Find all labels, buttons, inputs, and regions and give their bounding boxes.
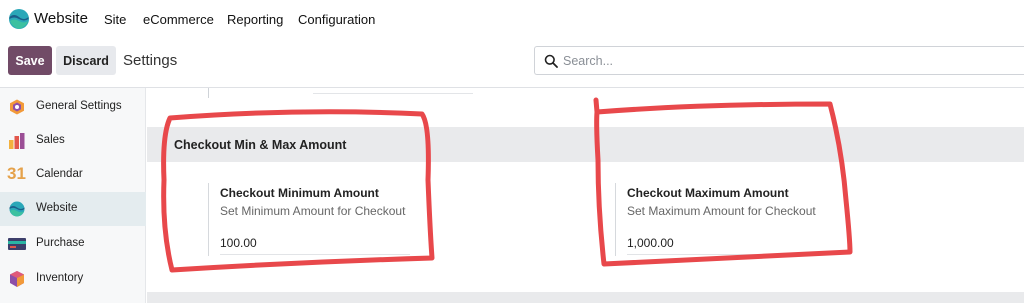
website-icon [9,201,25,217]
sidebar-item-purchase[interactable]: Purchase [0,227,146,261]
menu-reporting[interactable]: Reporting [227,12,283,27]
sidebar-item-label: Sales [36,134,65,146]
settings-sidebar: General Settings Sales 31 Calendar Websi… [0,88,146,303]
setting-left-border [615,183,616,256]
sales-icon [9,133,25,149]
section-title: Checkout Min & Max Amount [174,138,347,152]
next-section-band [147,292,1024,303]
search-icon[interactable] [544,54,558,68]
website-app-icon[interactable] [8,8,30,30]
setting-description: Set Minimum Amount for Checkout [220,204,406,218]
previous-setting-underline [313,93,473,94]
purchase-icon [8,238,26,250]
sidebar-item-label: Calendar [36,168,83,180]
sidebar-item-sales[interactable]: Sales [0,124,146,158]
sidebar-item-label: Purchase [36,237,85,249]
save-button[interactable]: Save [8,46,52,75]
sidebar-item-calendar[interactable]: 31 Calendar [0,158,146,192]
sidebar-item-website[interactable]: Website [0,192,146,226]
sidebar-item-inventory[interactable]: Inventory [0,262,146,296]
setting-description: Set Maximum Amount for Checkout [627,204,816,218]
inventory-icon [10,271,24,287]
sidebar-item-label: Inventory [36,272,84,284]
sidebar-item-label: General Settings [36,100,122,112]
setting-checkout-minimum-amount: Checkout Minimum Amount Set Minimum Amou… [208,183,448,256]
setting-left-border [208,183,209,256]
search-bar [534,46,1024,75]
setting-checkout-maximum-amount: Checkout Maximum Amount Set Maximum Amou… [615,183,855,256]
app-name[interactable]: Website [34,10,88,27]
discard-button[interactable]: Discard [56,46,116,75]
settings-content: Checkout Min & Max Amount Checkout Minim… [147,88,1024,303]
menu-ecommerce[interactable]: eCommerce [143,12,214,27]
sidebar-item-general-settings[interactable]: General Settings [0,90,146,124]
setting-title: Checkout Minimum Amount [220,186,379,200]
menu-configuration[interactable]: Configuration [298,12,375,27]
calendar-icon: 31 [7,164,26,183]
setting-title: Checkout Maximum Amount [627,186,789,200]
minimum-amount-input[interactable] [220,234,400,252]
maximum-amount-input[interactable] [627,234,807,252]
general-settings-icon [10,99,24,115]
section-header: Checkout Min & Max Amount [147,127,1024,162]
sidebar-item-label: Website [36,202,78,214]
input-underline [220,254,410,255]
menu-site[interactable]: Site [104,12,126,27]
previous-setting-edge [208,88,209,98]
search-input[interactable] [563,52,1003,70]
top-navbar: Website Site eCommerce Reporting Configu… [0,0,1024,40]
input-underline [627,254,817,255]
breadcrumb: Settings [123,52,178,69]
